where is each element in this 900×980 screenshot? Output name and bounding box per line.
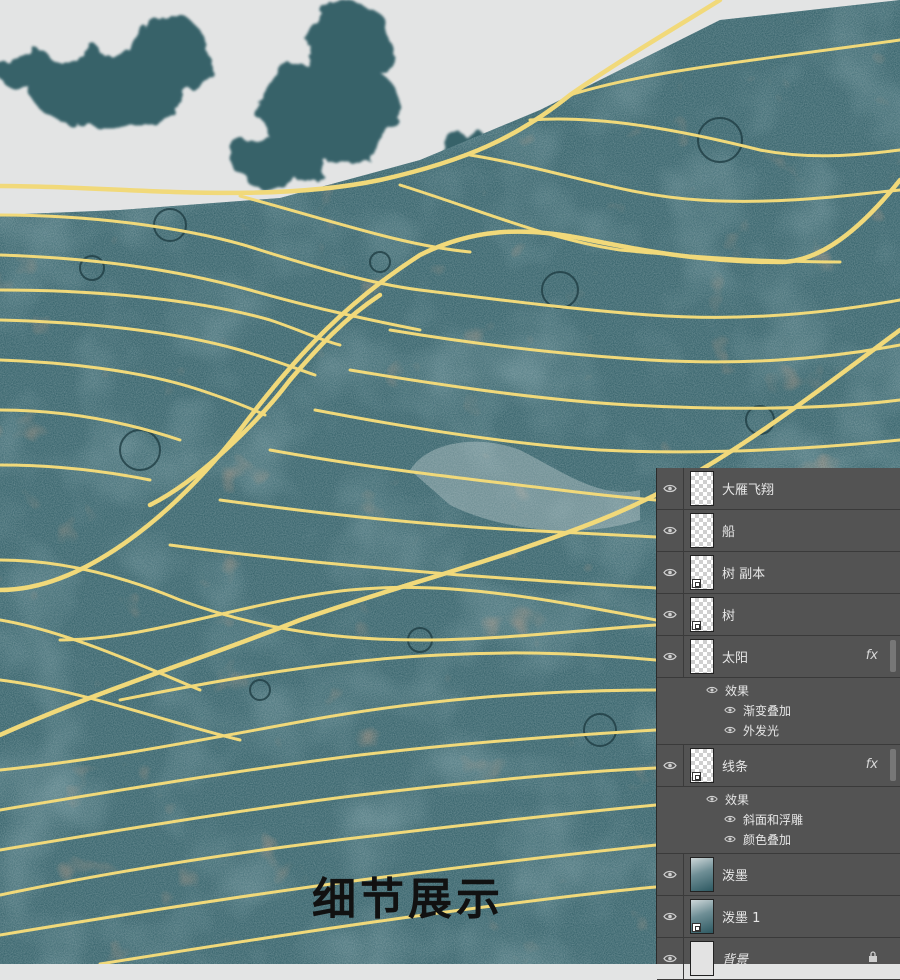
layer-row[interactable]: 树 <box>657 594 900 636</box>
scrollbar-thumb[interactable] <box>890 749 896 781</box>
layer-row[interactable]: 泼墨 1 <box>657 896 900 938</box>
layer-thumbnail <box>690 597 714 632</box>
layer-thumbnail <box>690 639 714 674</box>
visibility-eye-icon[interactable] <box>657 854 684 895</box>
effect-label: 颜色叠加 <box>743 832 792 847</box>
smart-object-icon <box>692 772 701 781</box>
detail-caption: 细节展示 <box>312 874 504 925</box>
layer-thumbnail <box>690 513 714 548</box>
layer-thumbnail <box>690 941 714 976</box>
layers-panel: 大雁飞翔船树 副本树太阳 fx 效果 渐变叠加 外发光 线条 fx 效果 斜面和浮雕 颜色叠加 泼墨… <box>656 468 900 980</box>
effects-group-row[interactable]: 效果 <box>657 789 900 809</box>
visibility-eye-icon[interactable] <box>657 938 684 979</box>
layer-effects-icon[interactable]: fx <box>866 757 878 772</box>
layer-thumbnail <box>690 899 714 934</box>
effect-label: 效果 <box>725 683 750 698</box>
effect-row[interactable]: 外发光 <box>657 720 900 740</box>
effect-row[interactable]: 颜色叠加 <box>657 829 900 849</box>
layer-row[interactable]: 树 副本 <box>657 552 900 594</box>
layer-name: 泼墨 <box>722 869 749 884</box>
layer-row[interactable]: 大雁飞翔 <box>657 468 900 510</box>
effect-visibility-eye-icon[interactable] <box>705 795 719 803</box>
effect-visibility-eye-icon[interactable] <box>723 835 737 843</box>
visibility-eye-icon[interactable] <box>657 636 684 677</box>
effects-group-row[interactable]: 效果 <box>657 680 900 700</box>
layer-effects-icon[interactable]: fx <box>866 648 878 663</box>
layer-name: 背景 <box>722 953 749 968</box>
smart-object-icon <box>692 579 701 588</box>
layer-effects-list: 效果斜面和浮雕颜色叠加 <box>657 787 900 854</box>
effect-label: 效果 <box>725 792 750 807</box>
effect-visibility-eye-icon[interactable] <box>723 706 737 714</box>
lock-icon <box>868 951 878 963</box>
effect-visibility-eye-icon[interactable] <box>723 815 737 823</box>
layer-name: 线条 <box>722 760 749 775</box>
layer-name: 太阳 <box>722 651 749 666</box>
layer-thumbnail <box>690 555 714 590</box>
layer-name: 树 副本 <box>722 567 766 582</box>
effect-label: 斜面和浮雕 <box>743 812 804 827</box>
layer-name: 树 <box>722 609 736 624</box>
layer-effects-list: 效果渐变叠加外发光 <box>657 678 900 745</box>
visibility-eye-icon[interactable] <box>657 510 684 551</box>
layer-row[interactable]: 太阳 fx <box>657 636 900 678</box>
effect-label: 外发光 <box>743 723 780 738</box>
layer-thumbnail <box>690 748 714 783</box>
effect-visibility-eye-icon[interactable] <box>723 726 737 734</box>
layers-list: 大雁飞翔船树 副本树太阳 fx 效果 渐变叠加 外发光 线条 fx 效果 斜面和浮雕 颜色叠加 泼墨… <box>657 468 900 980</box>
effect-row[interactable]: 渐变叠加 <box>657 700 900 720</box>
smart-object-icon <box>692 621 701 630</box>
layer-name: 船 <box>722 525 736 540</box>
layer-thumbnail <box>690 857 714 892</box>
smart-object-icon <box>692 923 701 932</box>
visibility-eye-icon[interactable] <box>657 745 684 786</box>
layer-name: 泼墨 1 <box>722 911 761 926</box>
layer-row[interactable]: 泼墨 <box>657 854 900 896</box>
layer-row[interactable]: 背景 <box>657 938 900 980</box>
layer-row[interactable]: 船 <box>657 510 900 552</box>
layer-thumbnail <box>690 471 714 506</box>
effect-visibility-eye-icon[interactable] <box>705 686 719 694</box>
effect-row[interactable]: 斜面和浮雕 <box>657 809 900 829</box>
visibility-eye-icon[interactable] <box>657 468 684 509</box>
visibility-eye-icon[interactable] <box>657 552 684 593</box>
layer-row[interactable]: 线条 fx <box>657 745 900 787</box>
visibility-eye-icon[interactable] <box>657 594 684 635</box>
layer-name: 大雁飞翔 <box>722 483 775 498</box>
scrollbar-thumb[interactable] <box>890 640 896 672</box>
effect-label: 渐变叠加 <box>743 703 792 718</box>
visibility-eye-icon[interactable] <box>657 896 684 937</box>
